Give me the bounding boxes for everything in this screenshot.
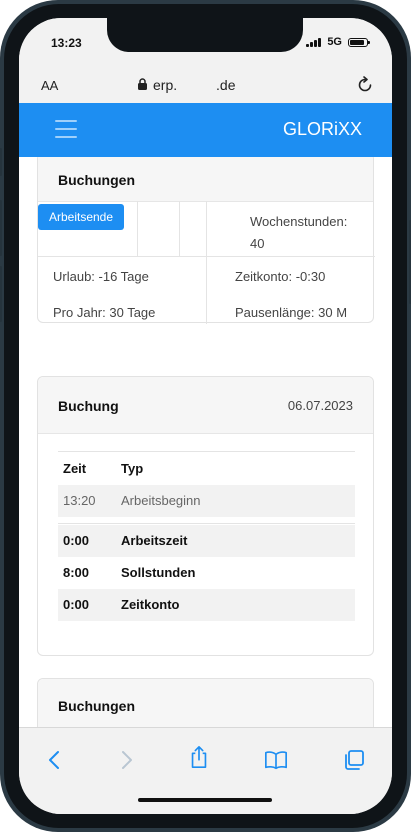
- table-top-border: [58, 451, 355, 452]
- bookings-summary-card: Buchungen Arbeitsende Wochenstunden: 40 …: [37, 157, 375, 324]
- menu-icon[interactable]: [55, 120, 77, 138]
- screen: 13:23 5G AA erp. .de GLORiXX Buchungen A…: [19, 18, 392, 814]
- status-indicators: 5G: [306, 36, 370, 48]
- card-header: Buchungen: [38, 157, 373, 202]
- share-icon[interactable]: [187, 745, 211, 769]
- booking-date: 06.07.2023: [287, 398, 353, 413]
- row-type: Arbeitszeit: [121, 533, 188, 548]
- row-time: 0:00: [63, 597, 90, 612]
- divider: [206, 256, 207, 324]
- lock-icon: [138, 78, 147, 90]
- network-label: 5G: [327, 36, 342, 48]
- divider: [137, 201, 138, 256]
- url-text[interactable]: erp. .de: [153, 77, 235, 93]
- page-content[interactable]: Buchungen Arbeitsende Wochenstunden: 40 …: [19, 157, 392, 727]
- weekly-hours-value: 40: [250, 236, 265, 251]
- time-account-info: Zeitkonto: -0:30: [235, 269, 326, 284]
- text-size-button[interactable]: AA: [41, 78, 58, 93]
- end-work-button[interactable]: Arbeitsende: [38, 204, 124, 230]
- tabs-icon[interactable]: [342, 748, 366, 772]
- row-time: 13:20: [63, 493, 96, 508]
- per-year-info: Pro Jahr: 30 Tage: [53, 305, 156, 320]
- notch: [107, 18, 303, 52]
- brand-logo[interactable]: GLORiXX: [283, 119, 362, 140]
- table-row[interactable]: 0:00 Zeitkonto: [58, 589, 355, 621]
- reload-icon[interactable]: [356, 76, 374, 94]
- mute-switch: [0, 148, 2, 176]
- divider: [58, 523, 355, 524]
- table-row[interactable]: 13:20 Arbeitsbeginn: [58, 485, 355, 517]
- browser-url-bar[interactable]: AA erp. .de: [19, 68, 392, 102]
- bookmarks-icon[interactable]: [264, 748, 288, 772]
- phone-frame: 13:23 5G AA erp. .de GLORiXX Buchungen A…: [0, 0, 411, 832]
- card-title: Buchungen: [58, 698, 135, 714]
- card-header: Buchungen: [38, 679, 373, 727]
- card-header: Buchung 06.07.2023: [38, 377, 373, 434]
- forward-icon[interactable]: [114, 748, 138, 772]
- home-indicator[interactable]: [138, 798, 272, 802]
- weekly-hours-label: Wochenstunden:: [250, 214, 348, 229]
- card-title: Buchung: [58, 398, 119, 414]
- status-time: 13:23: [51, 36, 82, 50]
- volume-up-button: [0, 200, 2, 256]
- column-header-time: Zeit: [63, 461, 87, 476]
- row-time: 0:00: [63, 533, 90, 548]
- back-icon[interactable]: [43, 748, 67, 772]
- break-length-info: Pausenlänge: 30 M: [235, 305, 348, 320]
- volume-down-button: [0, 266, 2, 322]
- column-header-type: Typ: [121, 461, 144, 476]
- divider: [179, 201, 180, 256]
- battery-icon: [348, 37, 370, 47]
- table-header-row: Zeit Typ: [58, 453, 355, 485]
- table-row[interactable]: 8:00 Sollstunden: [58, 557, 355, 589]
- bookings-card-2: Buchungen: [37, 678, 374, 727]
- row-type: Zeitkonto: [121, 597, 180, 612]
- booking-detail-card: Buchung 06.07.2023 Zeit Typ 13:20 Arbeit…: [37, 376, 374, 656]
- row-time: 8:00: [63, 565, 90, 580]
- card-title: Buchungen: [58, 172, 135, 188]
- vacation-info: Urlaub: -16 Tage: [53, 269, 149, 284]
- table-row[interactable]: 0:00 Arbeitszeit: [58, 525, 355, 557]
- divider: [206, 201, 207, 256]
- row-type: Sollstunden: [121, 565, 196, 580]
- signal-icon: [306, 37, 322, 47]
- app-header: GLORiXX: [19, 103, 392, 157]
- row-type: Arbeitsbeginn: [121, 493, 201, 508]
